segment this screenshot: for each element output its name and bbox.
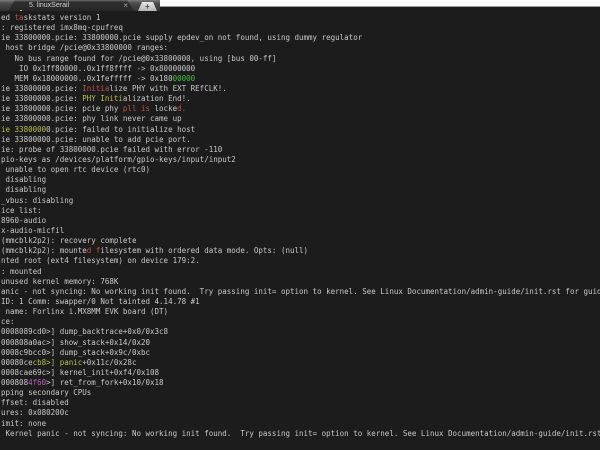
tab-bar-empty-area (160, 0, 600, 11)
screen: 5. linuxSerail × + ed taskstats version … (0, 0, 600, 450)
terminal-line-21: 8960-audio (1, 216, 600, 226)
terminal-line-27: unused kernel memory: 768K (1, 277, 600, 287)
terminal-line-23: (mmcblk2p2): recovery complete (1, 236, 600, 246)
terminal-line-13: ie 33800000.pcie: unable to add pcie por… (1, 135, 600, 145)
tab-strip: 5. linuxSerail × + (0, 0, 160, 11)
terminal-line-25: nted root (ext4 filesystem) on device 17… (1, 256, 600, 266)
terminal-line-33: 000808a0ac>] show_stack+0x14/0x20 (1, 338, 600, 348)
terminal-line-40: ures: 0x080200c (1, 408, 600, 418)
plus-icon: + (145, 3, 150, 11)
terminal-line-28: anic - not syncing: No working init foun… (1, 287, 600, 297)
terminal-line-7: MEM 0x18000000..0x1fefffff -> 0x18000000 (1, 74, 600, 84)
terminal-line-17: disabling (1, 175, 600, 185)
new-tab-button[interactable]: + (138, 2, 157, 11)
terminal-output: ed taskstats version 1: registered imx8m… (1, 13, 600, 439)
terminal-line-35: 00080cecb8>] panic+0x11c/0x28c (1, 358, 600, 368)
terminal-line-19: _vbus: disabling (1, 196, 600, 206)
serial-session-icon (18, 2, 26, 10)
terminal-line-38: pping secondary CPUs (1, 388, 600, 398)
terminal-line-39: ffset: disabled (1, 398, 600, 408)
terminal-line-36: 0008cae69c>] kernel_init+0xf4/0x108 (1, 368, 600, 378)
terminal-line-32: 0008089cd0>] dump_backtrace+0x0/0x3c8 (1, 327, 600, 337)
terminal-line-15: pio-keys as /devices/platform/gpio-keys/… (1, 155, 600, 165)
terminal-line-22: x-audio-micfil (1, 226, 600, 236)
tab-close-icon[interactable]: × (121, 1, 130, 10)
terminal-line-1: ed taskstats version 1 (1, 13, 600, 23)
terminal-line-20: ice list: (1, 206, 600, 216)
terminal-line-41: imit: none (1, 419, 600, 429)
terminal-line-16: unable to open rtc device (rtc0) (1, 165, 600, 175)
terminal-line-6: IO 0x1ff80000..0x1ff8ffff -> 0x80000000 (1, 64, 600, 74)
terminal[interactable]: ed taskstats version 1: registered imx8m… (0, 11, 600, 450)
session-tab[interactable]: 5. linuxSerail × (8, 0, 134, 11)
terminal-line-29: ID: 1 Comm: swapper/0 Not tainted 4.14.7… (1, 297, 600, 307)
terminal-line-9: ie 33800000.pcie: PHY Initialization End… (1, 94, 600, 104)
terminal-line-18: disabling (1, 185, 600, 195)
terminal-line-42: Kernel panic - not syncing: No working i… (1, 429, 600, 439)
terminal-line-8: ie 33800000.pcie: Initialize PHY with EX… (1, 84, 600, 94)
terminal-line-31: ce: (1, 317, 600, 327)
terminal-line-5: No bus range found for /pcie@0x33800000,… (1, 54, 600, 64)
terminal-line-4: host bridge /pcie@0x33800000 ranges: (1, 43, 600, 53)
terminal-line-3: ie 33800000.pcie: 33800000.pcie supply e… (1, 33, 600, 43)
terminal-line-30: name: Forlinx i.MX8MM EVK board (DT) (1, 307, 600, 317)
terminal-line-26: : mounted (1, 267, 600, 277)
terminal-line-14: ie: probe of 33800000.pcie failed with e… (1, 145, 600, 155)
terminal-line-11: ie 33800000.pcie: phy link never came up (1, 114, 600, 124)
tab-label: 5. linuxSerail (29, 0, 121, 11)
tab-bar: 5. linuxSerail × + (0, 0, 600, 11)
terminal-line-2: : registered imx8mq-cpufreq (1, 23, 600, 33)
terminal-line-24: (mmcblk2p2): mounted filesystem with ord… (1, 246, 600, 256)
terminal-line-34: 0008c9bcc0>] dump_stack+0x9c/0xbc (1, 348, 600, 358)
terminal-line-10: ie 33800000.pcie: pcie phy pll is locked… (1, 104, 600, 114)
terminal-line-37: 0008084f60>] ret_from_fork+0x10/0x18 (1, 378, 600, 388)
terminal-line-12: ie 33800000.pcie: failed to initialize h… (1, 125, 600, 135)
